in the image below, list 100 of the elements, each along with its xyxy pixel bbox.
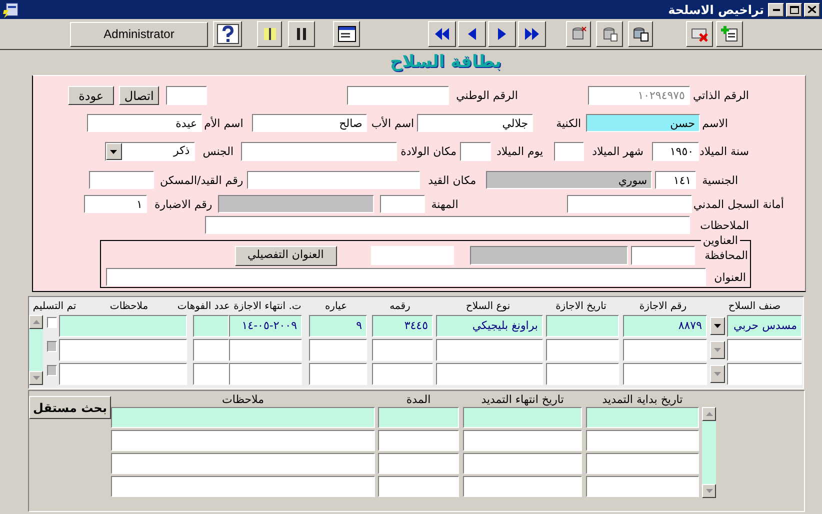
table-cell[interactable]	[193, 363, 229, 385]
maximize-button[interactable]	[786, 2, 802, 16]
input-field[interactable]: ١	[84, 195, 148, 213]
close-button[interactable]	[804, 2, 820, 16]
input-field[interactable]	[554, 142, 584, 161]
input-field[interactable]: حسن	[586, 114, 700, 132]
table-cell[interactable]	[727, 339, 802, 361]
table-cell[interactable]	[586, 407, 699, 428]
table-cell[interactable]: ٢٠٠٩-٠٥-١٤	[229, 315, 302, 337]
input-field[interactable]	[205, 216, 690, 234]
table-cell[interactable]: ٩	[309, 315, 367, 337]
toolbar-button[interactable]	[566, 21, 591, 47]
table-cell[interactable]	[463, 453, 582, 474]
table-cell[interactable]	[623, 339, 707, 361]
input-field[interactable]	[106, 268, 706, 286]
field-label: مكان القيد	[428, 172, 476, 188]
input-field[interactable]: ١٤١	[655, 171, 696, 189]
input-field[interactable]: صالح	[252, 114, 368, 132]
input-field[interactable]	[380, 195, 426, 213]
scroll-up-icon	[706, 412, 712, 416]
table-cell[interactable]	[59, 339, 187, 361]
dropdown-button[interactable]	[710, 365, 725, 383]
help-button[interactable]	[213, 21, 242, 47]
dropdown-button[interactable]	[710, 317, 725, 335]
previous-record-button[interactable]	[458, 21, 486, 47]
table-cell[interactable]	[59, 315, 187, 337]
table-cell[interactable]: مسدس حربي	[727, 315, 802, 337]
table-cell[interactable]	[546, 339, 619, 361]
detailed-address-button[interactable]: العنوان التفصيلي	[234, 246, 337, 266]
table-cell[interactable]	[193, 339, 229, 361]
input-field[interactable]: عيدة	[87, 114, 202, 132]
toolbar-button[interactable]	[288, 21, 315, 47]
field-label: مكان الولادة	[400, 144, 456, 159]
input-field[interactable]	[567, 195, 692, 213]
table-cell[interactable]: ٨٨٧٩	[623, 315, 707, 337]
input-field[interactable]	[218, 195, 374, 213]
minimize-button[interactable]	[768, 2, 784, 16]
table-cell[interactable]	[229, 363, 302, 385]
field-label: اسم الأب	[371, 116, 414, 130]
back-button[interactable]: عودة	[68, 86, 114, 105]
input-field[interactable]: ١٩٥٠	[652, 142, 699, 161]
input-field[interactable]: سوري	[486, 171, 652, 189]
table-cell[interactable]	[229, 339, 302, 361]
next-record-button[interactable]	[488, 21, 516, 47]
gender-dropdown[interactable]: ذكر	[104, 142, 195, 161]
independent-search-button[interactable]: بحث مستقل	[29, 396, 111, 419]
table-cell[interactable]	[59, 363, 187, 385]
user-name: Administrator	[70, 22, 208, 46]
table-cell[interactable]	[546, 363, 619, 385]
input-field[interactable]	[166, 86, 208, 105]
table-cell[interactable]	[727, 363, 802, 385]
scrollbar[interactable]	[702, 407, 716, 498]
checkbox[interactable]	[47, 341, 57, 352]
table-cell[interactable]	[463, 407, 582, 428]
scrollbar[interactable]	[29, 315, 43, 385]
table-cell[interactable]	[436, 363, 543, 385]
toolbar-button[interactable]	[596, 21, 623, 47]
table-cell[interactable]	[586, 476, 699, 497]
table-cell[interactable]	[111, 407, 375, 428]
input-field[interactable]	[347, 86, 450, 105]
input-field[interactable]	[630, 246, 695, 265]
help-icon	[216, 24, 238, 44]
first-record-button[interactable]	[428, 21, 456, 47]
table-cell[interactable]	[309, 363, 367, 385]
connect-button[interactable]: اتصال	[119, 86, 160, 105]
table-cell[interactable]	[378, 407, 459, 428]
toolbar-button[interactable]	[257, 21, 282, 47]
input-field[interactable]	[240, 142, 397, 161]
checkbox[interactable]	[47, 365, 57, 376]
table-cell[interactable]	[436, 339, 543, 361]
table-cell[interactable]	[378, 476, 459, 497]
input-field[interactable]	[470, 246, 628, 265]
table-cell[interactable]	[378, 453, 459, 474]
table-cell[interactable]: براونغ بليجيكي	[436, 315, 543, 337]
toolbar-button[interactable]	[333, 21, 360, 47]
input-field[interactable]	[88, 171, 154, 189]
delete-button[interactable]	[686, 21, 713, 47]
table-cell[interactable]	[463, 430, 582, 451]
table-cell[interactable]	[586, 453, 699, 474]
table-cell[interactable]	[463, 476, 582, 497]
dropdown-button[interactable]	[710, 341, 725, 359]
add-button[interactable]	[716, 21, 743, 47]
last-record-button[interactable]	[518, 21, 546, 47]
table-cell[interactable]	[623, 363, 707, 385]
checkbox[interactable]	[47, 317, 57, 328]
table-cell[interactable]: ٣٤٤٥	[372, 315, 433, 337]
table-cell[interactable]	[586, 430, 699, 451]
table-cell[interactable]	[193, 315, 229, 337]
table-cell[interactable]	[372, 363, 433, 385]
table-cell[interactable]	[378, 430, 459, 451]
table-cell[interactable]	[111, 430, 375, 451]
input-field[interactable]	[460, 142, 490, 161]
toolbar-button[interactable]	[628, 21, 653, 47]
table-cell[interactable]	[546, 315, 619, 337]
input-field[interactable]: جلالي	[417, 114, 534, 132]
table-cell[interactable]	[372, 339, 433, 361]
input-field[interactable]	[247, 171, 420, 189]
table-cell[interactable]	[111, 476, 375, 497]
table-cell[interactable]	[309, 339, 367, 361]
table-cell[interactable]	[111, 453, 375, 474]
